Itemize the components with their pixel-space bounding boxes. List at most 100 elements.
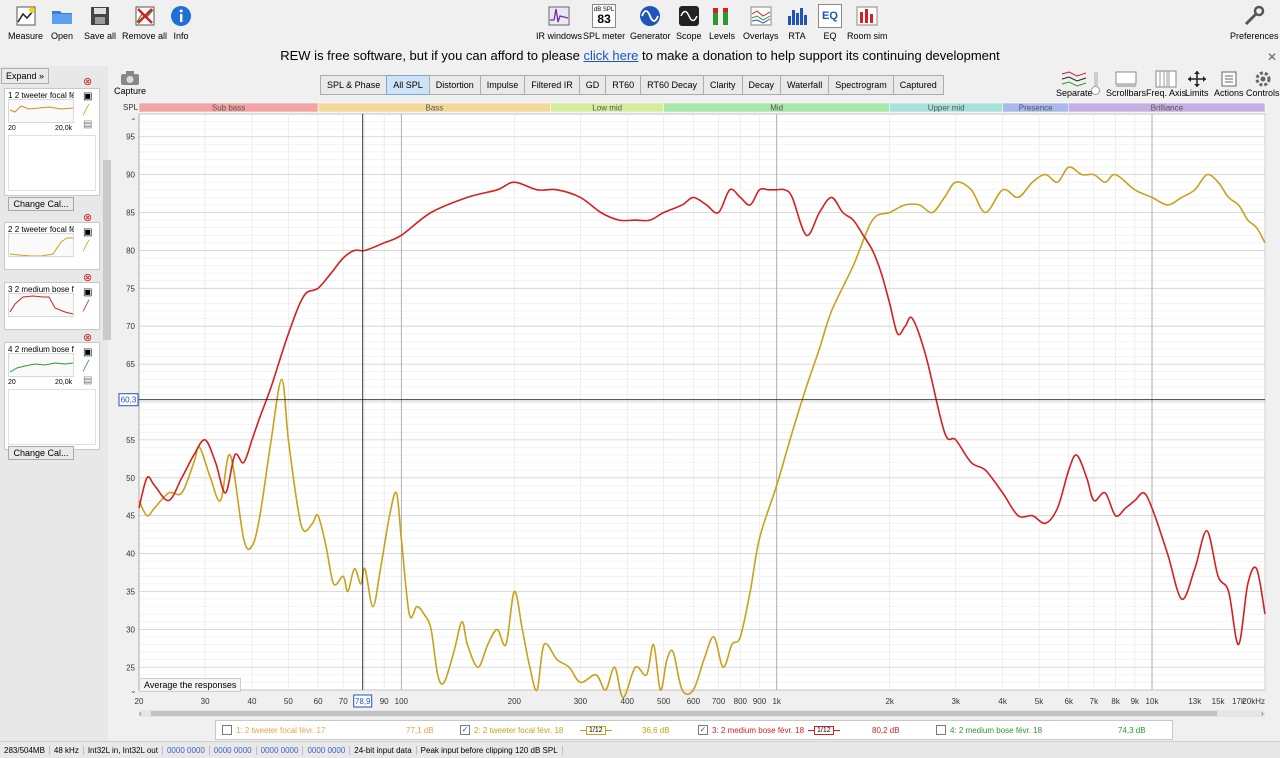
legend-item-1[interactable]: 1: 2 tweeter focal févr. 17 77,1 dB	[216, 721, 454, 739]
eq-button[interactable]: EQ EQ	[818, 4, 842, 41]
spl-graph[interactable]: Sub bass Bass Low mid Mid Upper mid Presence B…	[118, 100, 1280, 720]
capture-button[interactable]: Capture	[114, 70, 146, 96]
remove-icon[interactable]: ⊗	[83, 211, 99, 224]
save-icon[interactable]: ▣	[83, 347, 99, 358]
spl-meter-icon: dB SPL 83	[592, 4, 617, 28]
measurement-card-4[interactable]: 4 2 medium bose f 20 20,0k ⊗ ▣ ╱ ▤	[4, 332, 100, 450]
smoothing-indicator-2[interactable]: 1/12	[580, 725, 612, 735]
measure-button[interactable]: Measure	[8, 4, 43, 41]
freq-axis-button[interactable]: Freq. Axis	[1146, 70, 1186, 98]
pen-icon[interactable]: ╱	[83, 105, 99, 116]
tab-gd[interactable]: GD	[578, 75, 606, 95]
controls-button[interactable]: Controls	[1246, 70, 1280, 98]
generator-button[interactable]: Generator	[630, 4, 671, 41]
pen-icon[interactable]: ╱	[83, 241, 99, 252]
average-responses-button[interactable]: Average the responses	[139, 678, 242, 692]
change-cal-button-1[interactable]: Change Cal...	[8, 197, 74, 211]
sidebar-scrollbar[interactable]	[103, 160, 111, 340]
separate-button[interactable]: Separate	[1056, 70, 1093, 98]
expand-button[interactable]: Expand »	[1, 68, 49, 84]
io-format: Int32L in, Int32L out	[84, 745, 163, 755]
x-tick-label: 100	[395, 697, 409, 706]
tab-decay[interactable]: Decay	[741, 75, 781, 95]
band-label: Bass	[425, 104, 443, 113]
legend-item-3[interactable]: ✓ 3: 2 medium bose févr. 18 1/12 80,2 dB	[692, 721, 930, 739]
y-tick-label: 80	[126, 246, 135, 255]
cursor-y-readout: 60,3	[121, 396, 137, 405]
pen-icon[interactable]: ╱	[83, 361, 99, 372]
band-label: Low mid	[592, 104, 622, 113]
separate-icon	[1062, 71, 1087, 87]
x-tick-label: 6k	[1065, 697, 1074, 706]
scope-button[interactable]: Scope	[676, 4, 702, 41]
spl-meter-button[interactable]: dB SPL 83 SPL meter	[583, 4, 625, 41]
preferences-button[interactable]: Preferences	[1230, 4, 1279, 41]
legend-checkbox-1[interactable]	[222, 725, 232, 735]
measurement-card-1[interactable]: 1 2 tweeter focal fé 20 20,0k ⊗ ▣ ╱ ▤	[4, 76, 100, 196]
legend-checkbox-2[interactable]: ✓	[460, 725, 470, 735]
overlays-button[interactable]: Overlays	[743, 4, 779, 41]
camera-icon	[121, 71, 140, 85]
remove-icon[interactable]: ⊗	[83, 75, 99, 88]
smoothing-indicator-3[interactable]: 1/12	[808, 725, 840, 735]
notes-area[interactable]	[8, 389, 96, 445]
actions-icon	[1221, 71, 1237, 87]
pen-icon[interactable]: ╱	[83, 301, 99, 312]
remove-icon[interactable]: ⊗	[83, 331, 99, 344]
legend-checkbox-4[interactable]	[936, 725, 946, 735]
info-button[interactable]: Info	[169, 4, 193, 41]
tab-clarity[interactable]: Clarity	[702, 75, 742, 95]
measurement-card-2[interactable]: 2 2 tweeter focal fé ⊗ ▣ ╱	[4, 212, 100, 270]
actions-button[interactable]: Actions	[1214, 70, 1244, 98]
tab-waterfall[interactable]: Waterfall	[780, 75, 829, 95]
y-tick-label: 95	[126, 133, 135, 142]
remove-all-icon	[135, 6, 155, 26]
tab-spl-phase[interactable]: SPL & Phase	[320, 75, 387, 95]
save-all-button[interactable]: Save all	[84, 4, 116, 41]
change-cal-button-4[interactable]: Change Cal...	[8, 446, 74, 460]
limits-button[interactable]: Limits	[1185, 70, 1209, 98]
remove-all-button[interactable]: Remove all	[122, 4, 167, 41]
rta-button[interactable]: RTA	[785, 4, 809, 41]
tab-distortion[interactable]: Distortion	[428, 75, 480, 95]
legend-item-4[interactable]: 4: 2 medium bose févr. 18 74,3 dB	[930, 721, 1168, 739]
x-tick-label: 300	[574, 697, 588, 706]
close-banner-icon[interactable]: ✕	[1267, 50, 1277, 64]
save-icon[interactable]: ▣	[83, 287, 99, 298]
notes-area[interactable]	[8, 135, 96, 191]
spl-chart[interactable]: Sub bass Bass Low mid Mid Upper mid Presence B…	[118, 100, 1280, 720]
ir-windows-button[interactable]: IR windows	[536, 4, 582, 41]
tab-spectrogram[interactable]: Spectrogram	[828, 75, 893, 95]
x-tick-label: 1k	[772, 697, 781, 706]
x-tick-label: 40	[248, 697, 257, 706]
scrollbars-button[interactable]: Scrollbars	[1106, 70, 1146, 98]
x-tick-label: 400	[621, 697, 635, 706]
save-icon[interactable]: ▣	[83, 227, 99, 238]
tab-rt60-decay[interactable]: RT60 Decay	[640, 75, 703, 95]
tab-captured[interactable]: Captured	[892, 75, 944, 95]
remove-icon[interactable]: ⊗	[83, 271, 99, 284]
notes-icon[interactable]: ▤	[83, 375, 99, 386]
levels-button[interactable]: Levels	[709, 4, 735, 41]
tab-impulse[interactable]: Impulse	[479, 75, 525, 95]
measurement-card-3[interactable]: 3 2 medium bose f ⊗ ▣ ╱	[4, 272, 100, 330]
open-button[interactable]: Open	[50, 4, 74, 41]
separate-toggle[interactable]	[1091, 72, 1101, 98]
legend-item-2[interactable]: ✓ 2: 2 tweeter focal févr. 18 1/12 36,6 …	[454, 721, 692, 739]
tab-filtered-ir[interactable]: Filtered IR	[524, 75, 579, 95]
notes-icon[interactable]: ▤	[83, 119, 99, 130]
donate-link[interactable]: click here	[583, 48, 638, 63]
tab-all-spl[interactable]: All SPL	[386, 75, 429, 95]
save-icon[interactable]: ▣	[83, 91, 99, 102]
input-bits-3: 0000 0000	[257, 745, 304, 755]
x-tick-label: 90	[380, 697, 389, 706]
x-tick-label: 13k	[1188, 697, 1202, 706]
tab-rt60[interactable]: RT60	[605, 75, 641, 95]
measure-icon	[16, 6, 35, 26]
mini-plot	[8, 233, 74, 257]
x-tick-label: 8k	[1111, 697, 1120, 706]
room-sim-button[interactable]: Room sim	[847, 4, 888, 41]
generator-icon	[640, 6, 661, 26]
legend-checkbox-3[interactable]: ✓	[698, 725, 708, 735]
input-bits-2: 0000 0000	[210, 745, 257, 755]
